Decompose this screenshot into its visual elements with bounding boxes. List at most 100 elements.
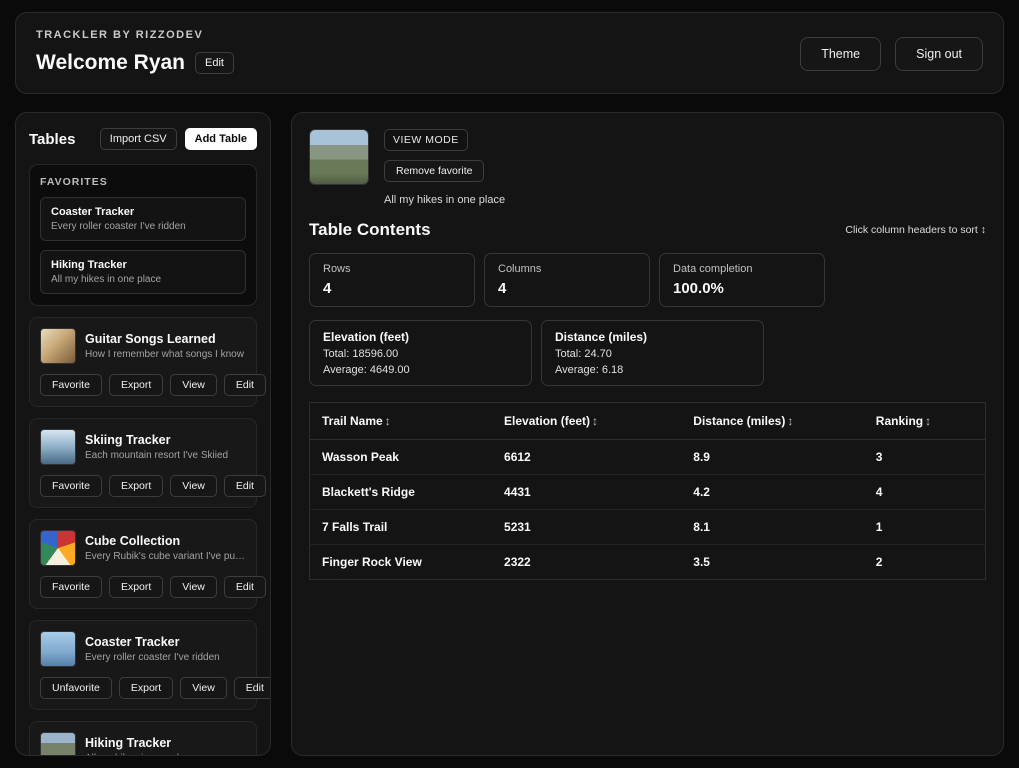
cell-ranking: 3 — [863, 439, 986, 475]
edit-button[interactable]: Edit — [233, 677, 270, 699]
table-card-desc: How I remember what songs I know — [85, 349, 244, 360]
table-card-hiking-tracker: Hiking Tracker All my hikes in one place… — [29, 721, 257, 755]
hiking-tracker-thumbnail — [40, 732, 76, 755]
welcome-title: Welcome Ryan — [36, 51, 185, 74]
table-card-name: Cube Collection — [85, 534, 181, 548]
cell-trail-name: 7 Falls Trail — [309, 509, 493, 545]
sort-hint: Click column headers to sort ↕ — [845, 224, 986, 236]
skiing-tracker-thumbnail — [40, 429, 76, 465]
summary-average: Average: 6.18 — [555, 364, 624, 376]
remove-favorite-button[interactable]: Remove favorite — [384, 160, 485, 182]
import-csv-button[interactable]: Import CSV — [99, 128, 177, 150]
cell-elevation: 4431 — [492, 474, 682, 510]
table-card-cube-collection: Cube Collection Every Rubik's cube varia… — [29, 519, 266, 609]
header-actions: Theme Sign out — [800, 37, 983, 71]
brand-text: TRACKLER BY RIZZODEV — [36, 29, 204, 41]
stat-label: Columns — [498, 263, 542, 275]
cell-trail-name: Blackett's Ridge — [309, 474, 493, 510]
stat-card-rows: Rows 4 — [309, 253, 475, 307]
favorite-button[interactable]: Favorite — [40, 576, 102, 598]
export-button[interactable]: Export — [108, 374, 164, 396]
app-header: TRACKLER BY RIZZODEV Welcome Ryan Edit T… — [15, 12, 1004, 94]
cell-distance: 8.9 — [681, 439, 864, 475]
table-card-name: Coaster Tracker — [85, 635, 180, 649]
favorite-button[interactable]: Favorite — [40, 374, 102, 396]
signout-button[interactable]: Sign out — [895, 37, 983, 71]
cell-elevation: 5231 — [492, 509, 682, 545]
cell-ranking: 1 — [863, 509, 986, 545]
cell-ranking: 2 — [875, 555, 883, 569]
favorite-item-coaster-tracker[interactable]: Coaster Tracker Every roller coaster I'v… — [40, 197, 246, 241]
summary-card-distance: Distance (miles) Total: 24.70 Average: 6… — [541, 320, 764, 386]
edit-name-button[interactable]: Edit — [195, 52, 234, 74]
stat-card-columns: Columns 4 — [484, 253, 650, 307]
edit-button[interactable]: Edit — [223, 475, 266, 497]
favorites-title: FAVORITES — [40, 176, 108, 188]
table-card-name: Guitar Songs Learned — [85, 332, 216, 346]
favorite-button[interactable]: Favorite — [40, 475, 102, 497]
table-row: Finger Rock View 2322 3.5 2 — [310, 545, 986, 580]
column-header-distance[interactable]: Distance (miles) ↕ — [681, 402, 864, 440]
summary-average: Average: 4649.00 — [323, 364, 410, 376]
column-header-ranking[interactable]: Ranking ↕ — [863, 402, 986, 440]
view-button[interactable]: View — [170, 374, 217, 396]
favorite-item-desc: All my hikes in one place — [51, 274, 162, 285]
table-card-name: Skiing Tracker — [85, 433, 171, 447]
sort-icon: ↕ — [592, 414, 599, 428]
coaster-tracker-thumbnail — [40, 631, 76, 667]
cube-collection-thumbnail — [40, 530, 76, 566]
sidebar-title: Tables — [29, 130, 76, 148]
stat-card-data-completion: Data completion 100.0% — [659, 253, 825, 307]
sort-icon: ↕ — [787, 414, 794, 428]
stat-value: 100.0% — [673, 280, 724, 297]
stat-value: 4 — [323, 280, 332, 297]
table-card-guitar-songs: Guitar Songs Learned How I remember what… — [29, 317, 266, 407]
guitar-songs-thumbnail — [40, 328, 76, 364]
table-card-desc: Every roller coaster I've ridden — [85, 652, 220, 663]
header-left: TRACKLER BY RIZZODEV Welcome Ryan Edit — [36, 29, 234, 75]
hiking-table-thumbnail — [309, 129, 369, 185]
column-header-elevation[interactable]: Elevation (feet) ↕ — [492, 402, 682, 440]
cell-distance: 3.5 — [693, 555, 710, 569]
sort-icon: ↕ — [384, 414, 391, 428]
view-button[interactable]: View — [170, 576, 217, 598]
edit-button[interactable]: Edit — [223, 374, 266, 396]
favorite-item-hiking-tracker[interactable]: Hiking Tracker All my hikes in one place — [40, 250, 246, 294]
favorites-section: FAVORITES Coaster Tracker Every roller c… — [29, 164, 257, 306]
add-table-button[interactable]: Add Table — [184, 128, 257, 150]
view-button[interactable]: View — [180, 677, 227, 699]
table-card-desc: All my hikes in one place — [85, 753, 195, 755]
table-card-desc: Every Rubik's cube variant I've purcha..… — [85, 551, 245, 562]
summary-title: Elevation (feet) — [323, 330, 410, 344]
favorite-item-name: Hiking Tracker — [51, 259, 127, 271]
table-header-row: Trail Name ↕ Elevation (feet) ↕ Distance (… — [309, 402, 986, 440]
view-button[interactable]: View — [170, 475, 217, 497]
cell-ranking: 4 — [863, 474, 986, 510]
export-button[interactable]: Export — [108, 475, 164, 497]
export-button[interactable]: Export — [118, 677, 174, 699]
cell-distance: 8.1 — [681, 509, 864, 545]
tables-sidebar: Tables Import CSV Add Table FAVORITES Co… — [15, 112, 271, 756]
table-row: 7 Falls Trail 5231 8.1 1 — [309, 509, 986, 545]
summary-total: Total: 18596.00 — [323, 348, 399, 360]
export-button[interactable]: Export — [108, 576, 164, 598]
stats-row: Rows 4 Columns 4 Data completion 100.0% — [309, 253, 986, 307]
table-description: All my hikes in one place — [384, 194, 506, 206]
stat-label: Data completion — [673, 263, 753, 275]
unfavorite-button[interactable]: Unfavorite — [40, 677, 112, 699]
table-contents-title: Table Contents — [309, 220, 431, 239]
sort-icon: ↕ — [925, 414, 932, 428]
cell-trail-name: Finger Rock View — [322, 555, 422, 569]
stat-value: 4 — [498, 280, 507, 297]
column-header-trail-name[interactable]: Trail Name ↕ — [309, 402, 493, 440]
theme-button[interactable]: Theme — [800, 37, 882, 71]
cell-trail-name: Wasson Peak — [309, 439, 493, 475]
table-detail-panel: VIEW MODE Remove favorite All my hikes i… — [291, 112, 1004, 756]
cell-elevation: 2322 — [504, 555, 531, 569]
summary-total: Total: 24.70 — [555, 348, 612, 360]
favorite-item-name: Coaster Tracker — [51, 206, 135, 218]
edit-button[interactable]: Edit — [223, 576, 266, 598]
table-row: Wasson Peak 6612 8.9 3 — [309, 439, 986, 475]
cell-elevation: 6612 — [492, 439, 682, 475]
view-mode-badge[interactable]: VIEW MODE — [384, 129, 468, 151]
